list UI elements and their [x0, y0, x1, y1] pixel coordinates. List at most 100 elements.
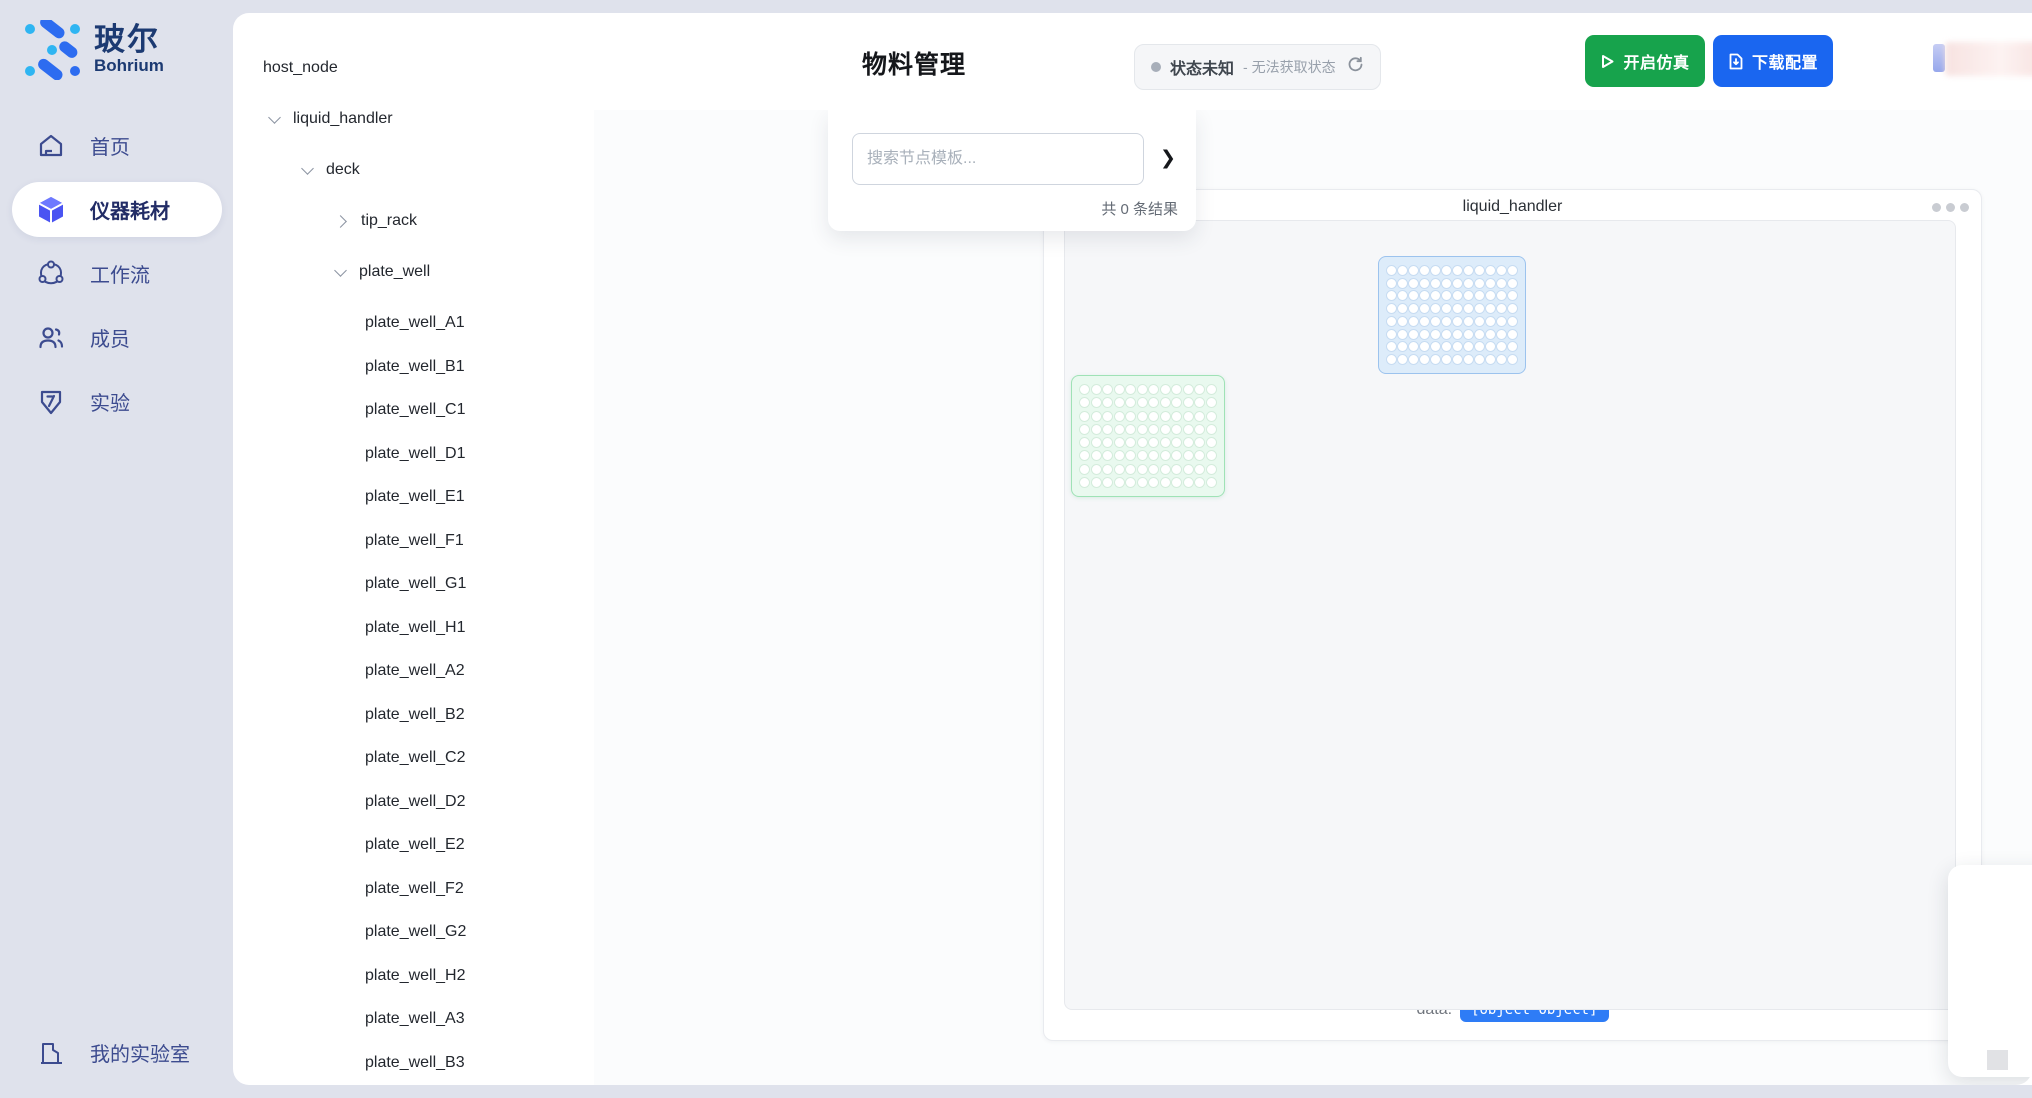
tree-item-plate_well_E2[interactable]: plate_well_E2	[365, 830, 465, 860]
well	[1386, 290, 1397, 301]
well-plate-green[interactable]	[1071, 375, 1225, 497]
tree-item-label: tip_rack	[361, 206, 417, 236]
tree-item-plate_well_E1[interactable]: plate_well_E1	[365, 482, 465, 512]
well	[1148, 477, 1159, 488]
start-simulation-button[interactable]: 开启仿真	[1585, 35, 1705, 87]
well	[1463, 316, 1474, 327]
logo-subtitle: Bohrium	[94, 56, 164, 76]
tree-item-plate_well_F2[interactable]: plate_well_F2	[365, 874, 464, 904]
well	[1091, 397, 1102, 408]
well	[1397, 329, 1408, 340]
search-result-count: 共 0 条结果	[1101, 198, 1178, 219]
well	[1485, 265, 1496, 276]
well	[1102, 477, 1113, 488]
sidebar-item-my-lab[interactable]: 我的实验室	[12, 1025, 222, 1080]
well	[1386, 278, 1397, 289]
well	[1419, 341, 1430, 352]
sidebar-item-3[interactable]: 工作流	[12, 246, 222, 301]
tree-item-plate_well_A3[interactable]: plate_well_A3	[365, 1004, 465, 1034]
well	[1496, 303, 1507, 314]
tree-item-plate_well_A2[interactable]: plate_well_A2	[365, 656, 465, 686]
tree-item-plate_well_C1[interactable]: plate_well_C1	[365, 395, 466, 425]
tree-item-deck[interactable]: deck	[303, 155, 360, 185]
tree-item-plate_well_B1[interactable]: plate_well_B1	[365, 352, 465, 382]
chevron-right-icon[interactable]	[334, 215, 347, 228]
tree-item-plate_well_A1[interactable]: plate_well_A1	[365, 308, 465, 338]
tree-item-plate_well_C2[interactable]: plate_well_C2	[365, 743, 466, 773]
well	[1474, 316, 1485, 327]
tree-item-host_node[interactable]: host_node	[263, 53, 338, 83]
well	[1430, 316, 1441, 327]
tree-item-plate_well_G1[interactable]: plate_well_G1	[365, 569, 466, 599]
well	[1171, 450, 1182, 461]
well	[1148, 464, 1159, 475]
chevron-down-icon[interactable]	[334, 264, 347, 277]
well	[1160, 384, 1171, 395]
content-card: host_node liquid_handlerdecktip_rackplate…	[233, 13, 2032, 1085]
search-input[interactable]	[852, 133, 1144, 185]
tree-item-plate_well_B2[interactable]: plate_well_B2	[365, 700, 465, 730]
tree-item-plate_well_B3[interactable]: plate_well_B3	[365, 1048, 465, 1078]
chevron-down-icon[interactable]	[268, 111, 281, 124]
well	[1114, 424, 1125, 435]
tree-item-liquid_handler[interactable]: liquid_handler	[270, 104, 393, 134]
tree-item-plate_well_D2[interactable]: plate_well_D2	[365, 787, 466, 817]
well	[1102, 464, 1113, 475]
status-badge[interactable]: 状态未知 - 无法获取状态	[1134, 44, 1381, 90]
well	[1091, 424, 1102, 435]
well	[1137, 437, 1148, 448]
well	[1430, 303, 1441, 314]
tree-item-tip_rack[interactable]: tip_rack	[336, 206, 417, 236]
well	[1114, 411, 1125, 422]
download-config-button[interactable]: 下载配置	[1713, 35, 1833, 87]
status-detail: - 无法获取状态	[1243, 57, 1336, 77]
deck-panel[interactable]	[1064, 220, 1956, 1010]
well	[1452, 303, 1463, 314]
well	[1160, 450, 1171, 461]
node-tree-panel: host_node liquid_handlerdecktip_rackplate…	[233, 13, 595, 1085]
tree-item-plate_well_D1[interactable]: plate_well_D1	[365, 439, 466, 469]
well	[1114, 464, 1125, 475]
well-plate-blue[interactable]	[1378, 256, 1526, 374]
sidebar-item-2[interactable]: 仪器耗材	[12, 182, 222, 237]
node-template-search-card: ❯ 共 0 条结果	[828, 110, 1196, 231]
well	[1206, 384, 1217, 395]
home-icon	[36, 131, 66, 161]
well	[1485, 303, 1496, 314]
tree-item-plate_well_G2[interactable]: plate_well_G2	[365, 917, 466, 947]
well	[1194, 437, 1205, 448]
sidebar-item-5[interactable]: 实验	[12, 374, 222, 429]
tree-item-plate_well_H1[interactable]: plate_well_H1	[365, 613, 466, 643]
tree-item-label: plate_well_A2	[365, 656, 465, 686]
well	[1463, 303, 1474, 314]
refresh-icon[interactable]	[1347, 56, 1364, 78]
flow-canvas[interactable]: ✦✦ 美化布局 liquid_handler data: [object Obj…	[594, 110, 2032, 1085]
well	[1452, 354, 1463, 365]
well	[1137, 384, 1148, 395]
sidebar-item-4[interactable]: 成员	[12, 310, 222, 365]
well	[1114, 397, 1125, 408]
app-logo[interactable]: 玻尔 Bohrium	[22, 20, 164, 80]
well	[1386, 265, 1397, 276]
well	[1079, 477, 1090, 488]
liquid-handler-node[interactable]: liquid_handler data: [object Object]	[1043, 189, 1982, 1041]
well	[1386, 316, 1397, 327]
chevron-down-icon[interactable]	[301, 162, 314, 175]
well	[1194, 464, 1205, 475]
well	[1148, 424, 1159, 435]
tree-item-plate_well_F1[interactable]: plate_well_F1	[365, 526, 464, 556]
well	[1419, 265, 1430, 276]
well	[1206, 411, 1217, 422]
lab-building-icon	[36, 1038, 66, 1068]
well	[1171, 464, 1182, 475]
tree-item-label: plate_well_C1	[365, 395, 466, 425]
canvas-minimap[interactable]	[1948, 865, 2032, 1077]
well	[1507, 354, 1518, 365]
tree-item-plate_well[interactable]: plate_well	[336, 257, 430, 287]
well	[1171, 384, 1182, 395]
tree-item-plate_well_H2[interactable]: plate_well_H2	[365, 961, 466, 991]
node-menu-dots-icon[interactable]	[1932, 203, 1969, 212]
search-submit-icon[interactable]: ❯	[1160, 147, 1176, 170]
sidebar-item-1[interactable]: 首页	[12, 118, 222, 173]
well	[1507, 303, 1518, 314]
